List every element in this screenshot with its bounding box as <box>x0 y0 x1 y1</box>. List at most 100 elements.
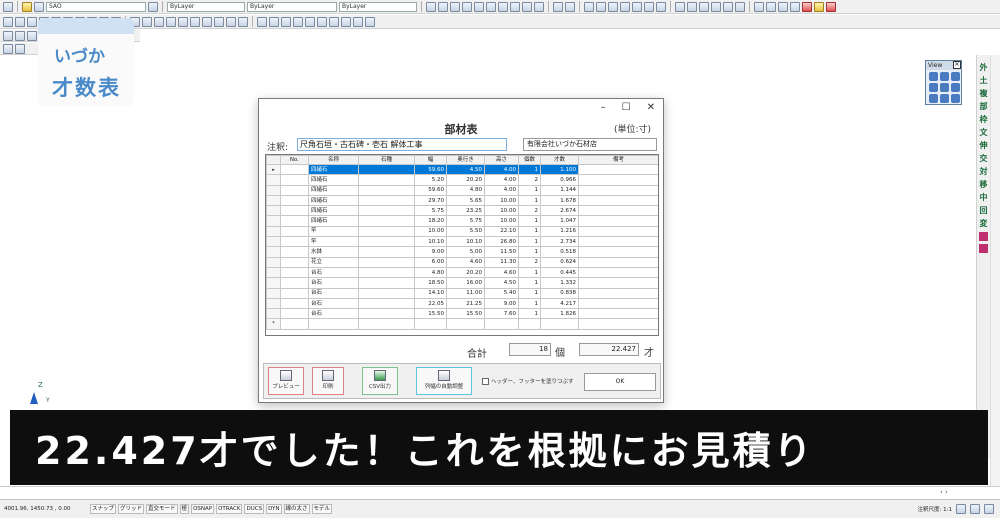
close-drawing-icon[interactable] <box>826 1 836 12</box>
tool-rotate-icon[interactable]: 回 <box>980 206 988 216</box>
redo-icon[interactable] <box>534 1 544 12</box>
view-bottom-icon[interactable] <box>929 94 938 103</box>
new-row[interactable]: * <box>266 318 658 330</box>
cell-note[interactable] <box>578 277 658 289</box>
cell-kind[interactable] <box>358 297 415 310</box>
row-header[interactable] <box>266 174 281 186</box>
cell-sai[interactable]: 0.966 <box>540 174 579 186</box>
note-input[interactable]: 尺角石垣・古石碑・壱石 解体工事 <box>297 138 507 151</box>
dyn-toggle[interactable]: DYN <box>266 504 282 514</box>
cell-note[interactable] <box>578 163 658 176</box>
cell-sai[interactable]: 0.518 <box>540 246 579 258</box>
col-header-kind[interactable]: 石種 <box>358 155 415 165</box>
view-palette-close-icon[interactable]: ✕ <box>953 61 961 69</box>
new-row-cell[interactable] <box>518 318 541 330</box>
pencil-icon[interactable] <box>723 1 733 12</box>
view-left-icon[interactable] <box>940 94 949 103</box>
cell-name[interactable]: 台石 <box>308 266 359 279</box>
new-row-cell[interactable] <box>358 318 415 330</box>
cell-note[interactable] <box>578 287 658 299</box>
tool-copy-icon[interactable]: 複 <box>980 89 988 99</box>
company-field[interactable]: 有限会社いづか石材店 <box>523 138 657 151</box>
cell-kind[interactable] <box>358 174 415 186</box>
col-header-depth[interactable]: 奥行き <box>446 155 485 165</box>
cell-sai[interactable]: 1.826 <box>540 308 579 320</box>
cell-h[interactable]: 4.00 <box>484 174 519 186</box>
ucs-origin-icon[interactable] <box>27 30 37 41</box>
hatch-icon[interactable] <box>735 1 745 12</box>
erase-icon[interactable] <box>644 1 654 12</box>
row-header[interactable] <box>266 236 281 248</box>
cell-count[interactable]: 1 <box>518 163 541 176</box>
cell-count[interactable]: 2 <box>518 256 541 268</box>
col-header-no[interactable]: No. <box>280 155 309 165</box>
table-row[interactable]: 台石 15.50 15.50 7.60 1 1.826 <box>266 308 658 320</box>
color-combo[interactable]: ByLayer <box>167 1 245 12</box>
xline-icon[interactable] <box>608 1 618 12</box>
fill-header-footer-checkbox[interactable] <box>482 377 489 385</box>
text-icon[interactable] <box>766 1 776 12</box>
lock-icon[interactable] <box>970 504 980 514</box>
snap-settings-icon[interactable] <box>3 16 13 27</box>
cell-h[interactable]: 4.60 <box>484 266 519 279</box>
new-row-cell[interactable] <box>414 318 447 330</box>
cell-d[interactable]: 23.25 <box>446 205 485 217</box>
csv-export-button[interactable]: CSV出力 <box>362 367 398 395</box>
block-icon[interactable] <box>257 16 267 27</box>
cell-sai[interactable]: 0.445 <box>540 266 579 279</box>
cell-h[interactable]: 7.60 <box>484 308 519 320</box>
view-right-icon[interactable] <box>951 72 960 81</box>
row-header[interactable] <box>266 277 281 289</box>
cell-name[interactable]: 四緒石 <box>308 174 359 186</box>
cell-sai[interactable]: 0.624 <box>540 256 579 268</box>
cell-sai[interactable]: 1.144 <box>540 184 579 196</box>
row-header[interactable] <box>266 215 281 227</box>
stretch-icon[interactable] <box>293 16 303 27</box>
cell-no[interactable] <box>280 236 309 248</box>
cell-sai[interactable]: 1.332 <box>540 277 579 289</box>
cell-no[interactable] <box>280 266 309 279</box>
rotate-icon[interactable] <box>154 16 164 27</box>
ucs-icon[interactable] <box>3 30 13 41</box>
minimize-button[interactable]: – <box>601 102 606 113</box>
ucs-world-icon[interactable] <box>15 30 25 41</box>
cell-d[interactable]: 4.60 <box>446 256 485 268</box>
settings-icon[interactable] <box>984 504 994 514</box>
cell-h[interactable]: 5.40 <box>484 287 519 299</box>
cell-no[interactable] <box>280 184 309 196</box>
cell-note[interactable] <box>578 308 658 320</box>
cell-name[interactable]: 四緒石 <box>308 194 359 207</box>
tool-move-icon[interactable]: 移 <box>980 180 988 190</box>
cell-count[interactable]: 1 <box>518 266 541 279</box>
ray-icon[interactable] <box>620 1 630 12</box>
new-row-marker[interactable]: * <box>266 318 281 330</box>
cell-note[interactable] <box>578 225 658 238</box>
cell-sai[interactable]: 1.047 <box>540 215 579 227</box>
offset-icon[interactable] <box>656 1 666 12</box>
cell-kind[interactable] <box>358 287 415 299</box>
cell-w[interactable]: 14.10 <box>414 287 447 299</box>
cell-count[interactable]: 1 <box>518 236 541 248</box>
cell-no[interactable] <box>280 205 309 217</box>
arc-icon[interactable] <box>687 1 697 12</box>
layer-combo[interactable]: SAO <box>46 1 146 12</box>
divide-icon[interactable] <box>341 16 351 27</box>
tool-soil-icon[interactable]: 土 <box>980 76 988 86</box>
cell-d[interactable]: 4.50 <box>446 163 485 176</box>
row-header[interactable] <box>266 256 281 268</box>
cell-d[interactable]: 4.80 <box>446 184 485 196</box>
cell-name[interactable]: 台石 <box>308 297 359 310</box>
otrack-toggle[interactable]: OTRACK <box>216 504 243 514</box>
fillet-icon[interactable] <box>226 16 236 27</box>
row-header[interactable] <box>266 194 281 207</box>
zoom-extents-icon[interactable] <box>510 1 520 12</box>
zoom-window-icon[interactable] <box>486 1 496 12</box>
cell-h[interactable]: 4.00 <box>484 163 519 176</box>
tool-part-icon[interactable]: 部 <box>980 102 988 112</box>
vertical-scrollbar[interactable] <box>990 55 1000 494</box>
table-row[interactable]: 竿 10.00 5.50 22.10 1 1.216 <box>266 225 658 238</box>
scale-icon[interactable] <box>166 16 176 27</box>
tool-symmetry-icon[interactable]: 対 <box>980 167 988 177</box>
view-iso-ne-icon[interactable] <box>951 83 960 92</box>
table-row[interactable]: 台石 22.05 21.25 9.00 1 4.217 <box>266 297 658 310</box>
